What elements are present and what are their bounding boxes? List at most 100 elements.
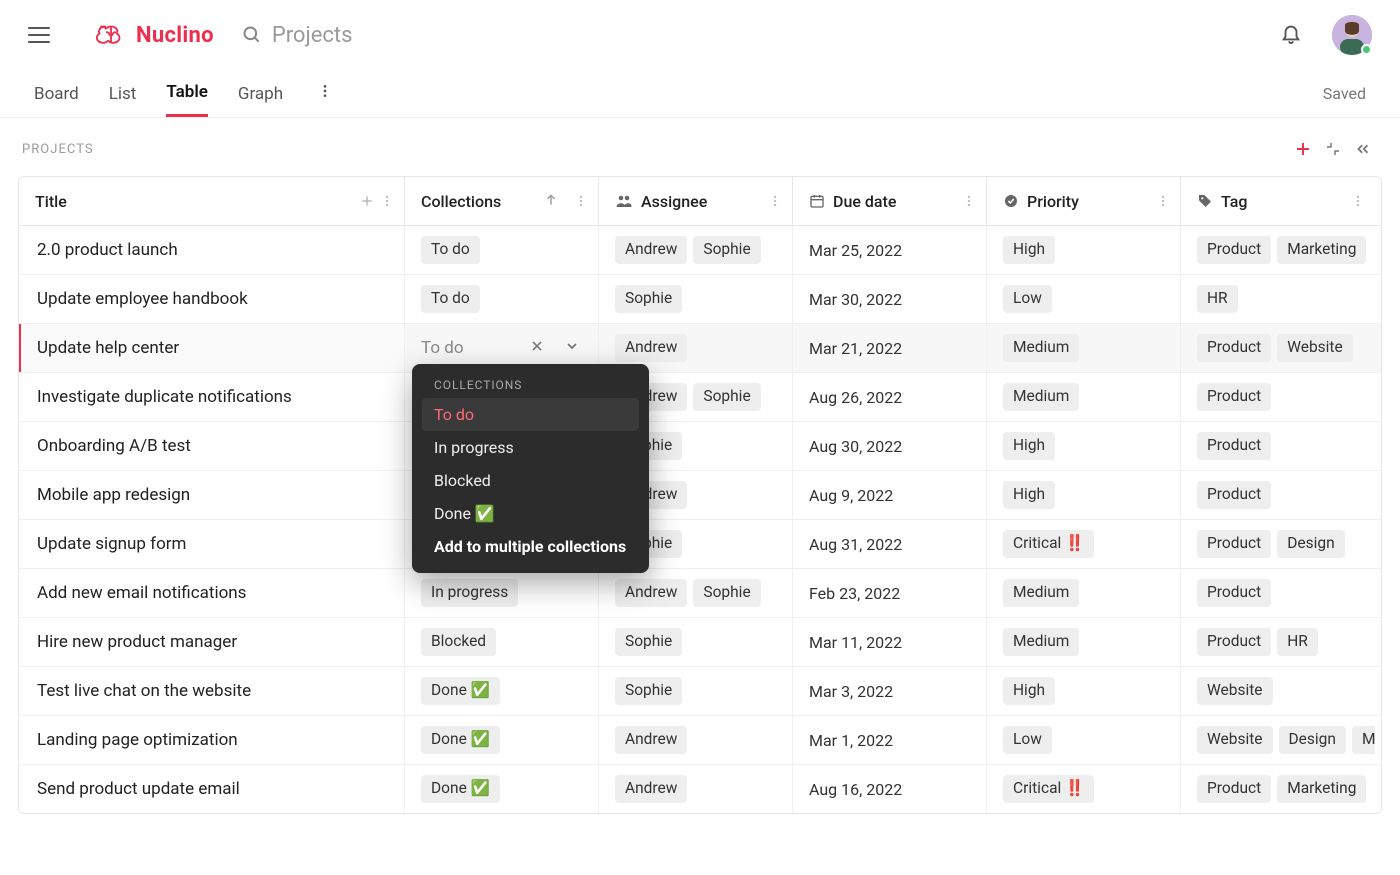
tag-chip[interactable]: Design bbox=[1279, 726, 1346, 754]
table-row[interactable]: Landing page optimizationDone ✅AndrewMar… bbox=[19, 716, 1381, 765]
assignee-chip[interactable]: Sophie bbox=[693, 579, 760, 607]
plus-icon[interactable] bbox=[360, 194, 374, 208]
more-vertical-icon[interactable] bbox=[380, 194, 394, 208]
col-assignee[interactable]: Assignee bbox=[599, 177, 793, 225]
cell-priority[interactable]: High bbox=[987, 226, 1181, 274]
collection-chip[interactable]: To do bbox=[421, 236, 480, 264]
tag-chip[interactable]: Product bbox=[1197, 775, 1271, 803]
cell-title[interactable]: 2.0 product launch bbox=[19, 226, 405, 274]
cell-due[interactable]: Mar 25, 2022 bbox=[793, 226, 987, 274]
cell-due[interactable]: Mar 21, 2022 bbox=[793, 324, 987, 372]
cell-priority[interactable]: Medium bbox=[987, 569, 1181, 617]
search[interactable]: Projects bbox=[242, 23, 353, 48]
expand-button[interactable] bbox=[1318, 134, 1348, 164]
col-collections[interactable]: Collections bbox=[405, 177, 599, 225]
cell-tag[interactable]: HR bbox=[1181, 275, 1375, 323]
cell-collections[interactable]: To do bbox=[405, 275, 599, 323]
tag-chip[interactable]: Website bbox=[1277, 334, 1353, 362]
cell-tag[interactable]: Website bbox=[1181, 667, 1375, 715]
table-row[interactable]: Update signup formIn progressSophieAug 3… bbox=[19, 520, 1381, 569]
cell-tag[interactable]: ProductHR bbox=[1181, 618, 1375, 666]
tag-chip[interactable]: Product bbox=[1197, 383, 1271, 411]
dropdown-option[interactable]: Done ✅ bbox=[422, 497, 639, 530]
cell-due[interactable]: Feb 23, 2022 bbox=[793, 569, 987, 617]
priority-chip[interactable]: Critical ‼️ bbox=[1003, 775, 1094, 803]
cell-title[interactable]: Add new email notifications bbox=[19, 569, 405, 617]
table-row[interactable]: Send product update email Done ✅ Andrew Aug… bbox=[19, 765, 1381, 813]
table-row[interactable]: Onboarding A/B testTo doSophieAug 30, 20… bbox=[19, 422, 1381, 471]
assignee-chip[interactable]: Andrew bbox=[615, 775, 687, 803]
sort-asc-icon[interactable] bbox=[544, 192, 558, 211]
table-row[interactable]: Test live chat on the websiteDone ✅Sophi… bbox=[19, 667, 1381, 716]
cell-title[interactable]: Onboarding A/B test bbox=[19, 422, 405, 470]
table-row[interactable]: Update employee handbookTo doSophieMar 3… bbox=[19, 275, 1381, 324]
cell-priority[interactable]: Medium bbox=[987, 324, 1181, 372]
collection-chip[interactable]: Done ✅ bbox=[421, 677, 500, 705]
cell-due[interactable]: Aug 16, 2022 bbox=[793, 765, 987, 813]
cell-tag[interactable]: Product bbox=[1181, 373, 1375, 421]
cell-tag[interactable]: Product bbox=[1181, 422, 1375, 470]
table-row[interactable]: Investigate duplicate notificationsTo do… bbox=[19, 373, 1381, 422]
priority-chip[interactable]: Low bbox=[1003, 285, 1052, 313]
cell-tag[interactable]: ProductWebsite bbox=[1181, 324, 1375, 372]
notifications-button[interactable] bbox=[1280, 22, 1302, 48]
dropdown-option[interactable]: In progress bbox=[422, 431, 639, 464]
open-dropdown[interactable] bbox=[562, 336, 582, 361]
assignee-chip[interactable]: Sophie bbox=[693, 383, 760, 411]
assignee-chip[interactable]: Andrew bbox=[615, 334, 687, 362]
cell-tag[interactable]: Product bbox=[1181, 471, 1375, 519]
cell-tag[interactable]: ProductDesign bbox=[1181, 520, 1375, 568]
cell-priority[interactable]: Medium bbox=[987, 373, 1181, 421]
cell-title[interactable]: Update employee handbook bbox=[19, 275, 405, 323]
cell-priority[interactable]: High bbox=[987, 667, 1181, 715]
more-vertical-icon[interactable] bbox=[1351, 194, 1365, 208]
cell-collections[interactable]: Done ✅ bbox=[405, 716, 599, 764]
cell-collections[interactable]: Blocked bbox=[405, 618, 599, 666]
tag-chip[interactable]: Marketing bbox=[1352, 726, 1375, 754]
cell-due[interactable]: Mar 11, 2022 bbox=[793, 618, 987, 666]
cell-due[interactable]: Aug 31, 2022 bbox=[793, 520, 987, 568]
tag-chip[interactable]: Product bbox=[1197, 530, 1271, 558]
assignee-chip[interactable]: Andrew bbox=[615, 236, 687, 264]
cell-title[interactable]: Send product update email bbox=[19, 765, 405, 813]
collection-chip[interactable]: Done ✅ bbox=[421, 775, 500, 803]
tag-chip[interactable]: Product bbox=[1197, 481, 1271, 509]
dropdown-add-multiple[interactable]: Add to multiple collections bbox=[422, 530, 639, 563]
brand-logo[interactable]: Nuclino bbox=[94, 23, 214, 48]
cell-due[interactable]: Mar 30, 2022 bbox=[793, 275, 987, 323]
assignee-chip[interactable]: Andrew bbox=[615, 579, 687, 607]
dropdown-option[interactable]: Blocked bbox=[422, 464, 639, 497]
cell-title[interactable]: Test live chat on the website bbox=[19, 667, 405, 715]
cell-title[interactable]: Landing page optimization bbox=[19, 716, 405, 764]
tag-chip[interactable]: Website bbox=[1197, 677, 1273, 705]
cell-collections[interactable]: In progress bbox=[405, 569, 599, 617]
tag-chip[interactable]: Marketing bbox=[1277, 236, 1366, 264]
tag-chip[interactable]: Website bbox=[1197, 726, 1273, 754]
priority-chip[interactable]: Medium bbox=[1003, 383, 1079, 411]
clear-button[interactable] bbox=[528, 336, 546, 360]
cell-priority[interactable]: Medium bbox=[987, 618, 1181, 666]
cell-priority[interactable]: Low bbox=[987, 716, 1181, 764]
cell-due[interactable]: Mar 1, 2022 bbox=[793, 716, 987, 764]
priority-chip[interactable]: Critical ‼️ bbox=[1003, 530, 1094, 558]
cell-assignee[interactable]: AndrewSophie bbox=[599, 226, 793, 274]
priority-chip[interactable]: High bbox=[1003, 432, 1055, 460]
col-tag[interactable]: Tag bbox=[1181, 177, 1375, 225]
collection-chip[interactable]: Done ✅ bbox=[421, 726, 500, 754]
collection-chip[interactable]: Blocked bbox=[421, 628, 496, 656]
cell-assignee[interactable]: Andrew bbox=[599, 716, 793, 764]
cell-collections[interactable]: Done ✅ bbox=[405, 667, 599, 715]
tag-chip[interactable]: Marketing bbox=[1277, 775, 1366, 803]
priority-chip[interactable]: Medium bbox=[1003, 579, 1079, 607]
priority-chip[interactable]: Medium bbox=[1003, 334, 1079, 362]
cell-assignee[interactable]: Andrew bbox=[599, 765, 793, 813]
tag-chip[interactable]: Product bbox=[1197, 579, 1271, 607]
cell-due[interactable]: Aug 9, 2022 bbox=[793, 471, 987, 519]
tag-chip[interactable]: Design bbox=[1277, 530, 1344, 558]
collapse-panel-button[interactable] bbox=[1348, 134, 1378, 164]
priority-chip[interactable]: High bbox=[1003, 481, 1055, 509]
table-row[interactable]: Add new email notificationsIn progress An… bbox=[19, 569, 1381, 618]
tag-chip[interactable]: HR bbox=[1277, 628, 1318, 656]
cell-title[interactable]: Mobile app redesign bbox=[19, 471, 405, 519]
cell-assignee[interactable]: Sophie bbox=[599, 275, 793, 323]
